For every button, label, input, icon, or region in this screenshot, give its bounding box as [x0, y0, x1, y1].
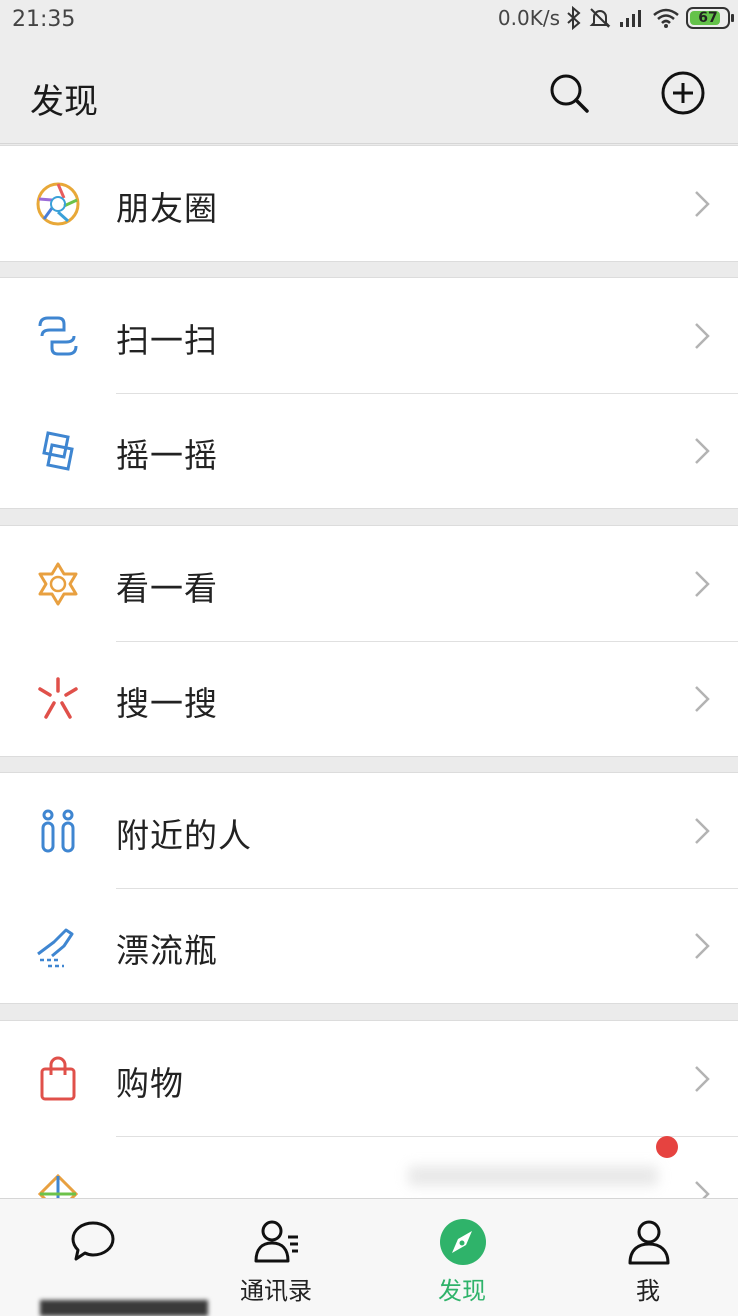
discover-compass-icon	[440, 1219, 486, 1265]
list-item-label: 看一看	[116, 569, 218, 608]
list-item-label: 搜一搜	[116, 684, 218, 723]
list-item-label: 扫一扫	[116, 321, 218, 360]
notification-badge	[656, 1136, 678, 1158]
status-icons: 0.0K/s 67	[497, 6, 734, 30]
mute-bell-icon	[588, 6, 612, 30]
chevron-right-icon	[695, 191, 710, 217]
bluetooth-icon	[566, 6, 582, 30]
list-item-top-stories[interactable]: 看一看	[0, 526, 738, 641]
nav-tab-label: 通讯录	[240, 1277, 312, 1305]
list-item-label: 购物	[116, 1064, 184, 1103]
network-speed: 0.0K/s	[497, 6, 560, 30]
contacts-icon	[254, 1220, 298, 1263]
battery-level: 67	[698, 10, 718, 26]
home-indicator	[40, 1300, 208, 1316]
wifi-icon	[652, 7, 680, 29]
page-title: 发现	[30, 82, 98, 122]
top-stories-icon	[38, 562, 78, 606]
list-item-label: 附近的人	[116, 816, 252, 855]
plus-circle-icon	[661, 71, 705, 115]
list-item-shopping[interactable]: 购物	[0, 1021, 738, 1136]
signal-icon	[618, 7, 646, 29]
list-item-search[interactable]: 搜一搜	[0, 641, 738, 756]
search-feature-icon	[38, 677, 78, 719]
status-time: 21:35	[12, 7, 76, 32]
shake-icon	[42, 431, 74, 471]
list-item-games[interactable]	[0, 1136, 738, 1200]
list-item-label: 漂流瓶	[116, 931, 218, 970]
people-nearby-icon	[41, 809, 75, 853]
chevron-right-icon	[695, 323, 710, 349]
games-promo-text	[408, 1166, 658, 1186]
nav-tab-label: 我	[636, 1277, 660, 1305]
list-item-moments[interactable]: 朋友圈	[0, 146, 738, 261]
nav-tab-discover[interactable]: 发现	[370, 1199, 554, 1316]
drift-bottle-icon	[37, 928, 74, 968]
chat-icon	[71, 1221, 115, 1261]
search-icon	[550, 74, 589, 113]
list-item-label: 朋友圈	[116, 189, 218, 228]
list-item-drift-bottle[interactable]: 漂流瓶	[0, 888, 738, 1003]
games-icon	[37, 1173, 79, 1200]
chevron-right-icon	[695, 1066, 710, 1092]
status-bar: 21:35 0.0K/s 67	[0, 0, 738, 42]
nav-tab-contacts[interactable]: 通讯录	[184, 1199, 368, 1316]
add-button[interactable]	[660, 70, 706, 116]
battery-icon: 67	[686, 7, 734, 29]
list-group-look-search: 看一看 搜一搜	[0, 525, 738, 757]
chevron-right-icon	[695, 818, 710, 844]
list-group-scan-shake: 扫一扫 摇一摇	[0, 277, 738, 509]
list-item-shake[interactable]: 摇一摇	[0, 393, 738, 508]
me-icon	[628, 1220, 670, 1265]
shopping-icon	[40, 1056, 76, 1101]
chevron-right-icon	[695, 933, 710, 959]
chevron-right-icon	[695, 571, 710, 597]
chevron-right-icon	[695, 1181, 710, 1200]
app-header: 发现	[0, 42, 738, 144]
nav-tab-label: 发现	[438, 1277, 486, 1305]
list-item-label: 摇一摇	[116, 436, 218, 475]
nav-tab-me[interactable]: 我	[556, 1199, 738, 1316]
search-button[interactable]	[546, 70, 592, 116]
moments-icon	[36, 182, 80, 226]
nav-tab-chats[interactable]	[0, 1199, 184, 1316]
chevron-right-icon	[695, 438, 710, 464]
list-group-moments: 朋友圈	[0, 145, 738, 262]
list-item-people-nearby[interactable]: 附近的人	[0, 773, 738, 888]
chevron-right-icon	[695, 686, 710, 712]
scan-icon	[38, 316, 78, 356]
list-item-scan[interactable]: 扫一扫	[0, 278, 738, 393]
list-group-nearby-bottle: 附近的人 漂流瓶	[0, 772, 738, 1004]
bottom-nav: 通讯录 发现 我	[0, 1198, 738, 1316]
list-group-shopping-games: 购物	[0, 1020, 738, 1200]
